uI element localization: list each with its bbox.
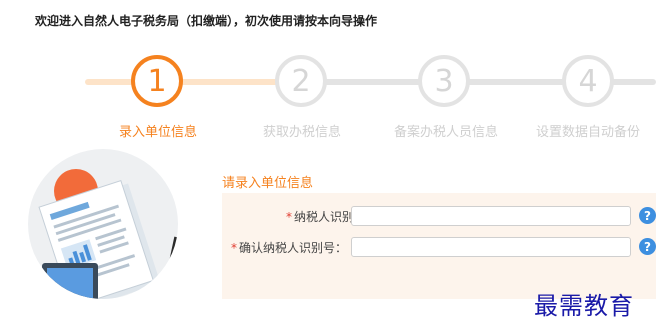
confirm-taxpayer-id-label: * 确认纳税人识别号： [222,239,347,256]
wizard-step-3-label: 备案办税人员信息 [393,125,498,140]
step-number: 4 [578,63,598,99]
wizard-step-1: 1 [131,55,183,107]
required-mark: * [285,210,292,224]
taxpayer-id-help-icon[interactable]: ? [639,207,656,224]
step-number: 2 [291,63,311,99]
step-number: 3 [434,63,454,99]
confirm-taxpayer-id-input[interactable] [351,237,631,257]
help-mark: ? [644,208,651,223]
required-mark: * [230,241,237,255]
welcome-message: 欢迎进入自然人电子税务局（扣缴端），初次使用请按本向导操作 [35,14,378,28]
watermark-logo: 最需教育 [534,292,634,320]
confirm-taxpayer-id-help-icon[interactable]: ? [639,238,656,255]
wizard-step-3: 3 [418,55,470,107]
confirm-taxpayer-id-label-text: 确认纳税人识别号： [238,241,347,255]
document-illustration [28,149,178,299]
taxpayer-id-input[interactable] [351,206,631,226]
unit-info-form: * 纳税人识别号： ? * 确认纳税人识别号： ? [222,193,656,299]
progress-track-active [180,79,280,85]
wizard-step-4: 4 [562,55,614,107]
help-mark: ? [644,239,651,254]
section-title: 请录入单位信息 [222,176,314,191]
wizard-step-4-label: 设置数据自动备份 [535,125,640,140]
wizard-step-2: 2 [275,55,327,107]
wizard-step-2-label: 获取办税信息 [262,125,341,140]
step-number: 1 [147,63,167,99]
wizard-step-1-label: 录入单位信息 [118,125,197,140]
